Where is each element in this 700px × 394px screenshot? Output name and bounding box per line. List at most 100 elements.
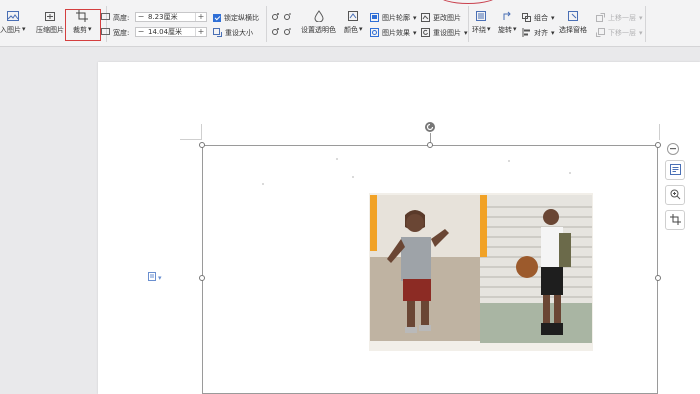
contrast-down-icon (283, 27, 292, 38)
margin-marker (201, 124, 202, 140)
crop-dropdown-icon: ▾ (88, 25, 92, 33)
floating-picture-toolbar (664, 160, 686, 230)
ribbon-tab-strip (0, 0, 700, 6)
rotate-label: 旋转 (498, 26, 512, 34)
width-value: 14.04厘米 (148, 28, 183, 36)
change-picture-button[interactable]: 更改图片 (421, 12, 461, 23)
group-dropdown-icon: ▾ (551, 13, 555, 22)
height-icon (101, 12, 110, 23)
reset-size-icon (213, 28, 222, 37)
picture-effect-icon (370, 28, 379, 37)
send-backward-button[interactable]: 下移一层 ▾ (596, 27, 643, 38)
ribbon-toolbar: 入图片 ▾ 压缩图片 裁剪 ▾ 高度: − 8.23厘米 + 宽度: − 14.… (0, 0, 700, 47)
height-increment-button[interactable]: + (195, 13, 206, 21)
transparent-color-icon (312, 10, 326, 22)
anchor-icon (148, 272, 156, 283)
width-decrement-button[interactable]: − (136, 28, 146, 36)
insert-picture-button[interactable]: 入图片 ▾ (0, 10, 26, 35)
zoom-picture-button[interactable] (665, 185, 685, 205)
set-transparent-color-label: 设置透明色 (301, 26, 336, 34)
align-label: 对齐 (534, 28, 548, 37)
contrast-up-icon (271, 27, 280, 38)
crop-label: 裁剪 (73, 26, 87, 34)
width-increment-button[interactable]: + (195, 28, 206, 36)
wrap-text-label: 环绕 (472, 26, 486, 34)
picture-outline-label: 图片轮廓 (382, 13, 410, 22)
align-button[interactable]: 对齐 ▾ (522, 27, 555, 38)
rotate-handle[interactable] (424, 122, 436, 134)
width-label: 宽度: (113, 28, 130, 37)
picture-adjust-contrast-button[interactable] (271, 27, 292, 38)
image-speck (262, 183, 264, 185)
brightness-down-icon (283, 12, 292, 23)
layout-options-icon (669, 163, 681, 177)
layout-options-button[interactable] (665, 160, 685, 180)
ribbon-separator (468, 6, 469, 42)
height-input[interactable]: − 8.23厘米 + (135, 12, 207, 22)
wrap-text-button[interactable]: 环绕 ▾ (472, 10, 491, 35)
float-toolbar-collapse-button[interactable] (667, 143, 679, 155)
rotate-handle-icon (424, 121, 436, 135)
basketball-collage-photo[interactable] (369, 193, 593, 351)
color-label: 颜色 (344, 26, 358, 34)
image-speck (508, 160, 510, 162)
width-label-group: 宽度: (101, 27, 129, 38)
wrap-text-dropdown-icon: ▾ (487, 25, 491, 33)
height-value: 8.23厘米 (148, 13, 178, 21)
compress-icon (43, 10, 57, 22)
zoom-icon (670, 189, 681, 202)
color-icon (346, 10, 360, 22)
send-backward-icon (596, 28, 605, 37)
checkbox-checked-icon (213, 13, 221, 22)
crop-button[interactable]: 裁剪 ▾ (73, 10, 92, 35)
reset-size-button[interactable]: 重设大小 (213, 27, 253, 38)
height-label-group: 高度: (101, 12, 129, 23)
insert-picture-dropdown-icon: ▾ (22, 25, 26, 33)
crop-side-button[interactable] (665, 210, 685, 230)
wrap-text-icon (474, 10, 488, 22)
bring-forward-button[interactable]: 上移一层 ▾ (596, 12, 643, 23)
picture-adjust-brightness-button[interactable] (271, 12, 292, 23)
width-icon (101, 27, 110, 38)
rotate-button[interactable]: 旋转 ▾ (498, 10, 517, 35)
picture-effect-button[interactable]: 图片效果 ▾ (370, 27, 417, 38)
change-picture-label: 更改图片 (433, 13, 461, 22)
paragraph-anchor[interactable]: ▾ (148, 272, 162, 283)
height-label: 高度: (113, 13, 130, 22)
compress-picture-label: 压缩图片 (36, 26, 64, 34)
ribbon-separator (266, 6, 267, 42)
reset-size-label: 重设大小 (225, 28, 253, 37)
anchor-dropdown-icon: ▾ (158, 273, 162, 282)
lock-aspect-ratio-label: 锁定纵横比 (224, 13, 259, 22)
resize-handle-left[interactable] (199, 275, 205, 281)
reset-picture-button[interactable]: 重设图片 ▾ (421, 27, 468, 38)
resize-handle-right[interactable] (655, 275, 661, 281)
height-decrement-button[interactable]: − (136, 13, 146, 21)
crop-icon (75, 10, 89, 22)
color-dropdown-icon: ▾ (359, 25, 363, 33)
selection-pane-icon (566, 10, 580, 22)
group-button[interactable]: 组合 ▾ (522, 12, 555, 23)
insert-picture-icon (6, 10, 20, 22)
resize-handle-top-left[interactable] (199, 142, 205, 148)
group-label: 组合 (534, 13, 548, 22)
margin-marker (659, 124, 660, 140)
rotate-dropdown-icon: ▾ (513, 25, 517, 33)
image-speck (352, 176, 354, 178)
set-transparent-color-button[interactable]: 设置透明色 (301, 10, 336, 35)
image-speck (569, 172, 571, 174)
margin-marker (180, 139, 202, 140)
bring-forward-label: 上移一层 (608, 13, 636, 22)
selection-pane-button[interactable]: 选择窗格 (559, 10, 587, 35)
bring-forward-dropdown-icon: ▾ (639, 13, 643, 22)
lock-aspect-ratio-checkbox[interactable]: 锁定纵横比 (213, 12, 259, 23)
color-button[interactable]: 颜色 ▾ (344, 10, 363, 35)
insert-picture-label: 入图片 (0, 26, 21, 34)
crop-icon (669, 213, 681, 227)
resize-handle-top-right[interactable] (655, 142, 661, 148)
resize-handle-top[interactable] (427, 142, 433, 148)
picture-outline-button[interactable]: 图片轮廓 ▾ (370, 12, 417, 23)
compress-picture-button[interactable]: 压缩图片 (36, 10, 64, 35)
image-speck (336, 158, 338, 160)
width-input[interactable]: − 14.04厘米 + (135, 27, 207, 37)
